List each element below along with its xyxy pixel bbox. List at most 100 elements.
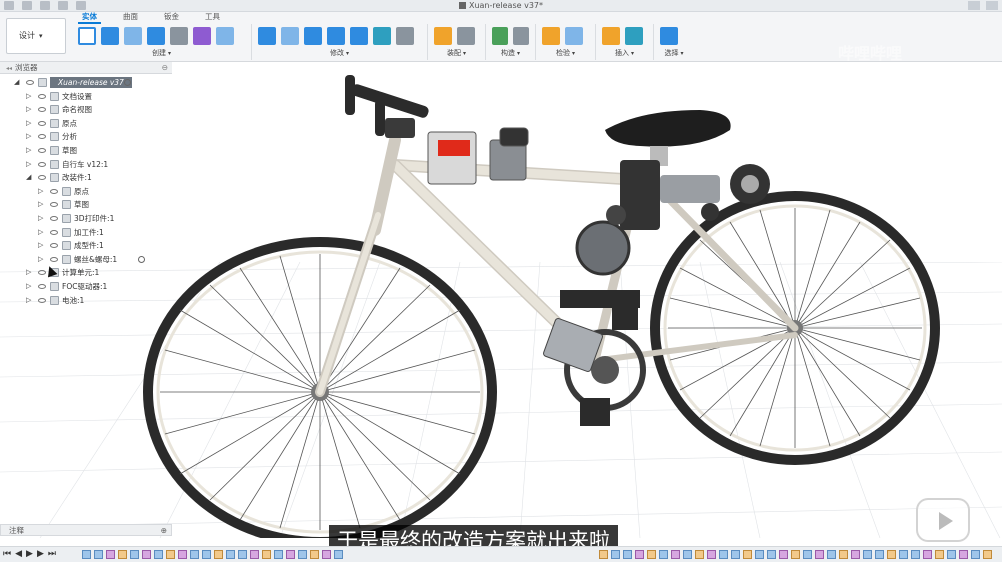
visibility-eye-icon[interactable] <box>38 147 46 153</box>
activate-radio-icon[interactable] <box>124 79 131 86</box>
revolve-icon[interactable] <box>124 27 142 45</box>
timeline-feature-icon[interactable] <box>286 550 295 559</box>
browser-tree-item[interactable]: ▷ 命名视图 <box>0 103 172 117</box>
timeline-feature-icon[interactable] <box>118 550 127 559</box>
visibility-eye-icon[interactable] <box>38 93 46 99</box>
timeline-feature-icon[interactable] <box>743 550 752 559</box>
timeline-feature-icon[interactable] <box>863 550 872 559</box>
play-icon[interactable]: ▶ <box>26 549 33 559</box>
group-label-select[interactable]: 选择 <box>654 48 694 58</box>
activate-radio-icon[interactable] <box>138 255 145 263</box>
timeline-feature-icon[interactable] <box>671 550 680 559</box>
timeline-feature-icon[interactable] <box>154 550 163 559</box>
timeline-feature-icon[interactable] <box>166 550 175 559</box>
press-pull-icon[interactable] <box>258 27 276 45</box>
timeline-feature-icon[interactable] <box>659 550 668 559</box>
grid-icon[interactable] <box>986 1 998 10</box>
visibility-eye-icon[interactable] <box>38 107 46 113</box>
expand-arrow-icon[interactable]: ▷ <box>26 294 31 308</box>
expand-arrow-icon[interactable]: ▷ <box>26 103 31 117</box>
group-label-create[interactable]: 创建 <box>72 48 251 58</box>
visibility-eye-icon[interactable] <box>38 120 46 126</box>
timeline-feature-icon[interactable] <box>623 550 632 559</box>
visibility-eye-icon[interactable] <box>50 256 58 262</box>
expand-arrow-icon[interactable]: ▷ <box>26 280 31 294</box>
browser-tree-item[interactable]: ▷ 草图 <box>0 198 172 212</box>
form-icon[interactable] <box>193 27 211 45</box>
timeline-feature-icon[interactable] <box>875 550 884 559</box>
browser-tree-item[interactable]: ◢ Xuan-release v37 <box>0 76 172 90</box>
measure-icon[interactable] <box>542 27 560 45</box>
timeline-feature-icon[interactable] <box>719 550 728 559</box>
timeline-feature-icon[interactable] <box>238 550 247 559</box>
timeline-feature-icon[interactable] <box>827 550 836 559</box>
group-label-modify[interactable]: 修改 <box>252 48 427 58</box>
browser-tree-item[interactable]: ▷ 加工件:1 <box>0 226 172 240</box>
browser-tree-item[interactable]: ▷ 螺丝&螺母:1 <box>0 253 172 267</box>
timeline-feature-icon[interactable] <box>82 550 91 559</box>
mirror-icon[interactable] <box>216 27 234 45</box>
expand-arrow-icon[interactable]: ▷ <box>38 185 43 199</box>
expand-arrow-icon[interactable]: ▷ <box>38 226 43 240</box>
timeline-feature-icon[interactable] <box>298 550 307 559</box>
new-component-icon[interactable] <box>434 27 452 45</box>
browser-panel-header[interactable]: 浏览器 ⊖ <box>0 62 172 74</box>
extrude-icon[interactable] <box>101 27 119 45</box>
visibility-eye-icon[interactable] <box>38 297 46 303</box>
timeline-feature-icon[interactable] <box>899 550 908 559</box>
collapse-arrow-icon[interactable]: ◢ <box>14 76 19 90</box>
timeline-feature-icon[interactable] <box>839 550 848 559</box>
timeline-feature-icon[interactable] <box>923 550 932 559</box>
visibility-eye-icon[interactable] <box>38 161 46 167</box>
group-label-insert[interactable]: 插入 <box>596 48 653 58</box>
browser-tree-item[interactable]: ▷ 文档设置 <box>0 90 172 104</box>
visibility-eye-icon[interactable] <box>50 215 58 221</box>
browser-tree-item[interactable]: ▷ 成型件:1 <box>0 239 172 253</box>
timeline-feature-icon[interactable] <box>190 550 199 559</box>
last-step-icon[interactable]: ⏭ <box>48 549 56 559</box>
timeline-feature-icon[interactable] <box>250 550 259 559</box>
shell-icon[interactable] <box>304 27 322 45</box>
group-label-inspect[interactable]: 检验 <box>536 48 595 58</box>
visibility-eye-icon[interactable] <box>38 175 46 181</box>
tab-solid[interactable]: 实体 <box>78 12 101 24</box>
visibility-eye-icon[interactable] <box>50 243 58 249</box>
timeline-feature-icon[interactable] <box>130 550 139 559</box>
timeline-feature-icon[interactable] <box>779 550 788 559</box>
timeline-feature-icon[interactable] <box>202 550 211 559</box>
axis-icon[interactable] <box>513 27 529 45</box>
timeline-feature-icon[interactable] <box>695 550 704 559</box>
timeline-feature-icon[interactable] <box>947 550 956 559</box>
group-label-construct[interactable]: 构造 <box>486 48 535 58</box>
timeline-feature-icon[interactable] <box>142 550 151 559</box>
new-sketch-icon[interactable] <box>78 27 96 45</box>
visibility-eye-icon[interactable] <box>50 188 58 194</box>
browser-tree-item[interactable]: ◢ 改装件:1 <box>0 171 172 185</box>
timeline-feature-icon[interactable] <box>971 550 980 559</box>
timeline-feature-icon[interactable] <box>599 550 608 559</box>
timeline-feature-icon[interactable] <box>707 550 716 559</box>
split-icon[interactable] <box>350 27 368 45</box>
timeline-feature-icon[interactable] <box>959 550 968 559</box>
fillet-icon[interactable] <box>281 27 299 45</box>
expand-arrow-icon[interactable]: ▷ <box>26 117 31 131</box>
tab-sheet-metal[interactable]: 钣金 <box>160 12 183 24</box>
offset-plane-icon[interactable] <box>492 27 508 45</box>
comments-panel[interactable]: 注释 ⊕ <box>0 524 172 536</box>
browser-tree-item[interactable]: ▷ 计算单元:1 <box>0 266 172 280</box>
timeline-feature-icon[interactable] <box>755 550 764 559</box>
tab-surface[interactable]: 曲面 <box>119 12 142 24</box>
timeline-feature-icon[interactable] <box>214 550 223 559</box>
timeline-feature-icon[interactable] <box>731 550 740 559</box>
timeline-feature-icon[interactable] <box>94 550 103 559</box>
timeline-feature-icon[interactable] <box>106 550 115 559</box>
timeline-feature-icon[interactable] <box>611 550 620 559</box>
timeline-feature-icon[interactable] <box>911 550 920 559</box>
next-step-icon[interactable]: ▶ <box>37 549 44 559</box>
timeline-feature-icon[interactable] <box>851 550 860 559</box>
timeline-feature-icon[interactable] <box>791 550 800 559</box>
pattern-icon[interactable] <box>170 27 188 45</box>
browser-tree-item[interactable]: ▷ 原点 <box>0 185 172 199</box>
expand-arrow-icon[interactable]: ▷ <box>26 158 31 172</box>
expand-arrow-icon[interactable]: ▷ <box>38 198 43 212</box>
